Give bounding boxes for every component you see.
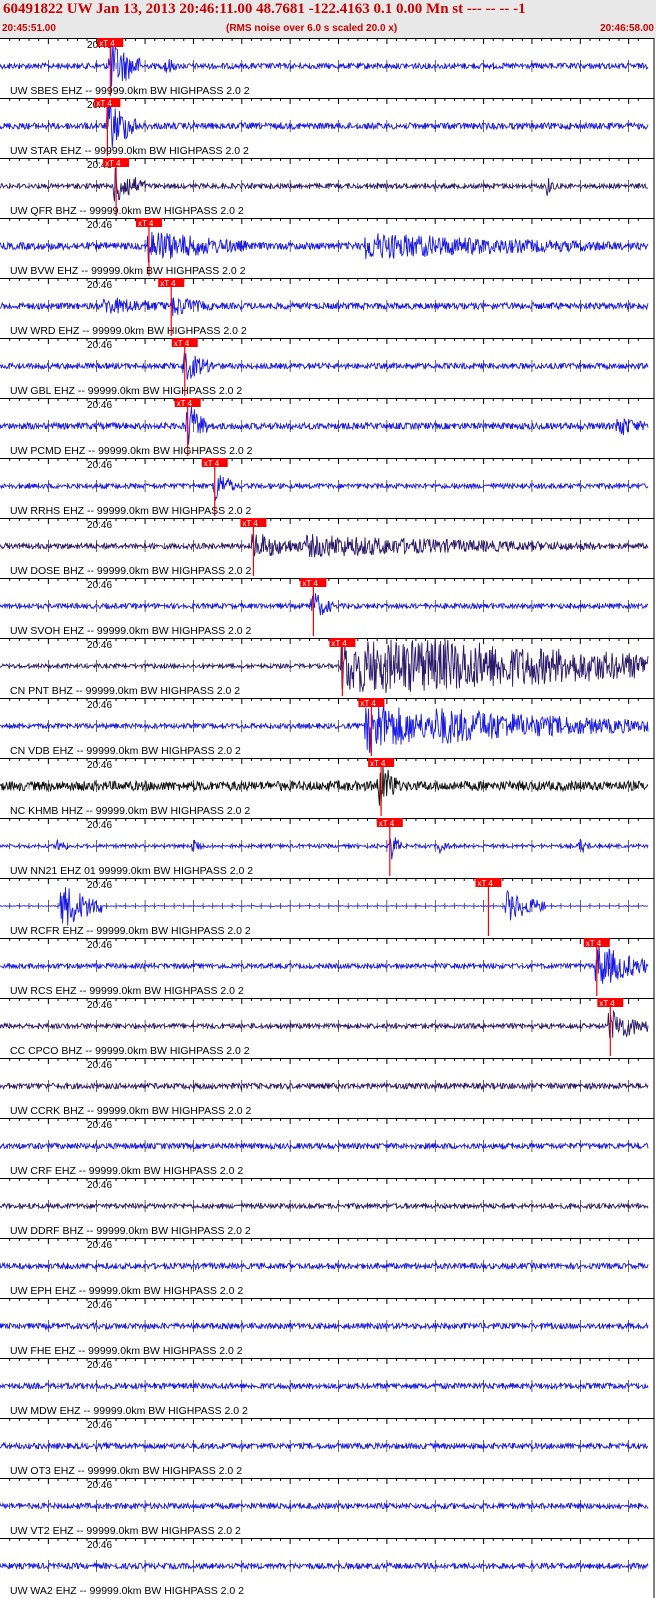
waveform-trace [0, 1009, 649, 1039]
time-tick-label: 20:46 [87, 280, 112, 291]
station-label: UW EPH EHZ -- 99999.0km BW HIGHPASS 2.0 … [10, 1285, 243, 1297]
station-label: CC CPCO BHZ -- 99999.0km BW HIGHPASS 2.0… [10, 1045, 250, 1057]
pick-label: xT 4 [379, 819, 395, 828]
station-label: UW GBL EHZ -- 99999.0km BW HIGHPASS 2.0 … [10, 385, 242, 397]
pick-label: xT 4 [599, 999, 615, 1008]
pick-label: xT 4 [360, 699, 376, 708]
pick-label: xT 4 [477, 879, 493, 888]
time-tick-label: 20:46 [87, 1240, 112, 1251]
station-label: UW FHE EHZ -- 99999.0km BW HIGHPASS 2.0 … [10, 1345, 243, 1357]
station-label: UW SVOH EHZ -- 99999.0km BW HIGHPASS 2.0… [10, 625, 252, 637]
waveform-trace [0, 1201, 649, 1211]
station-label: UW WRD EHZ -- 99999.0km BW HIGHPASS 2.0 … [10, 325, 247, 337]
waveform-trace [0, 167, 649, 202]
station-label: UW RRHS EHZ -- 99999.0km BW HIGHPASS 2.0… [10, 505, 252, 517]
pick-label: xT 4 [99, 39, 115, 48]
pick-label: xT 4 [370, 759, 386, 768]
time-tick-label: 20:46 [87, 820, 112, 831]
time-tick-label: 20:46 [87, 1420, 112, 1431]
time-tick-label: 20:46 [87, 1120, 112, 1131]
station-label: UW DOSE BHZ -- 99999.0km BW HIGHPASS 2.0… [10, 565, 252, 577]
time-tick-label: 20:46 [87, 1060, 112, 1071]
waveform-trace [0, 1261, 649, 1271]
pick-label: xT 4 [105, 159, 121, 168]
time-tick-label: 20:46 [87, 400, 112, 411]
waveform-trace [0, 1321, 649, 1331]
station-label: UW VT2 EHZ -- 99999.0km BW HIGHPASS 2.0 … [10, 1525, 241, 1537]
pick-label: xT 4 [586, 939, 602, 948]
waveform-trace [0, 297, 649, 317]
pick-label: xT 4 [138, 219, 154, 228]
waveform-trace [0, 1561, 649, 1571]
station-label: UW PCMD EHZ -- 99999.0km BW HIGHPASS 2.0… [10, 445, 253, 457]
start-time-label: 20:45:51.00 [2, 23, 56, 34]
station-label: UW CRF EHZ -- 99999.0km BW HIGHPASS 2.0 … [10, 1165, 243, 1177]
pick-label: xT 4 [160, 279, 176, 288]
time-tick-label: 20:46 [87, 1360, 112, 1371]
pick-label: xT 4 [331, 639, 347, 648]
time-tick-label: 20:46 [87, 520, 112, 531]
station-label: UW BVW EHZ -- 99999.0km BW HIGHPASS 2.0 … [10, 265, 246, 277]
time-tick-label: 20:46 [87, 1000, 112, 1011]
time-tick-label: 20:46 [87, 640, 112, 651]
time-tick-label: 20:46 [87, 1540, 112, 1551]
time-tick-label: 20:46 [87, 1300, 112, 1311]
plot-header: 60491822 UW Jan 13, 2013 20:46:11.00 48.… [0, 0, 656, 38]
pick-label: xT 4 [174, 339, 190, 348]
waveform-trace [0, 1441, 649, 1451]
event-title: 60491822 UW Jan 13, 2013 20:46:11.00 48.… [3, 1, 526, 17]
waveform-trace [0, 352, 649, 380]
station-label: UW WA2 EHZ -- 99999.0km BW HIGHPASS 2.0 … [10, 1585, 244, 1597]
pick-label: xT 4 [204, 459, 220, 468]
station-label: UW QFR BHZ -- 99999.0km BW HIGHPASS 2.0 … [10, 205, 244, 217]
time-tick-label: 20:46 [87, 700, 112, 711]
time-tick-label: 20:46 [87, 760, 112, 771]
seismogram-chart: 20:46 xT 4 UW SBES EHZ -- 99999.0km BW HIG… [0, 38, 655, 1598]
station-label: NC KHMB HHZ -- 99999.0km BW HIGHPASS 2.0… [10, 805, 250, 817]
time-tick-label: 20:46 [87, 880, 112, 891]
time-tick-label: 20:46 [87, 340, 112, 351]
station-label: UW OT3 EHZ -- 99999.0km BW HIGHPASS 2.0 … [10, 1465, 242, 1477]
waveform-trace [0, 231, 649, 263]
waveform-trace [0, 475, 649, 501]
station-label: UW RCS EHZ -- 99999.0km BW HIGHPASS 2.0 … [10, 985, 244, 997]
time-tick-label: 20:46 [87, 460, 112, 471]
time-tick-label: 20:46 [87, 1480, 112, 1491]
waveform-trace [0, 1501, 649, 1511]
station-label: UW DDRF BHZ -- 99999.0km BW HIGHPASS 2.0… [10, 1225, 251, 1237]
waveform-trace [0, 887, 649, 926]
station-label: UW NN21 EHZ 01 99999.0km BW HIGHPASS 2.0… [10, 865, 253, 877]
waveform-trace [0, 533, 649, 558]
time-tick-label: 20:46 [87, 1180, 112, 1191]
waveform-trace [0, 406, 649, 445]
time-tick-label: 20:46 [87, 220, 112, 231]
station-label: CN VDB EHZ -- 99999.0km BW HIGHPASS 2.0 … [10, 745, 241, 757]
station-label: UW CCRK BHZ -- 99999.0km BW HIGHPASS 2.0… [10, 1105, 252, 1117]
waveform-trace [0, 837, 649, 860]
station-label: UW STAR EHZ -- 99999.0km BW HIGHPASS 2.0… [10, 145, 249, 157]
waveform-trace [0, 593, 649, 616]
pick-label: xT 4 [242, 519, 258, 528]
time-tick-label: 20:46 [87, 580, 112, 591]
waveform-trace [0, 1381, 649, 1391]
station-label: CN PNT BHZ -- 99999.0km BW HIGHPASS 2.0 … [10, 685, 240, 697]
pick-label: xT 4 [302, 579, 318, 588]
waveform-trace [0, 1081, 649, 1091]
station-label: UW MDW EHZ -- 99999.0km BW HIGHPASS 2.0 … [10, 1405, 248, 1417]
time-tick-label: 20:46 [87, 940, 112, 951]
station-label: UW RCFR EHZ -- 99999.0km BW HIGHPASS 2.0… [10, 925, 251, 937]
station-label: UW SBES EHZ -- 99999.0km BW HIGHPASS 2.0… [10, 85, 250, 97]
pick-label: xT 4 [177, 399, 193, 408]
end-time-label: 20:46:58.00 [600, 23, 654, 34]
waveform-trace [0, 1141, 649, 1151]
pick-label: xT 4 [96, 99, 112, 108]
scale-note: (RMS noise over 6.0 s scaled 20.0 x) [226, 23, 398, 34]
